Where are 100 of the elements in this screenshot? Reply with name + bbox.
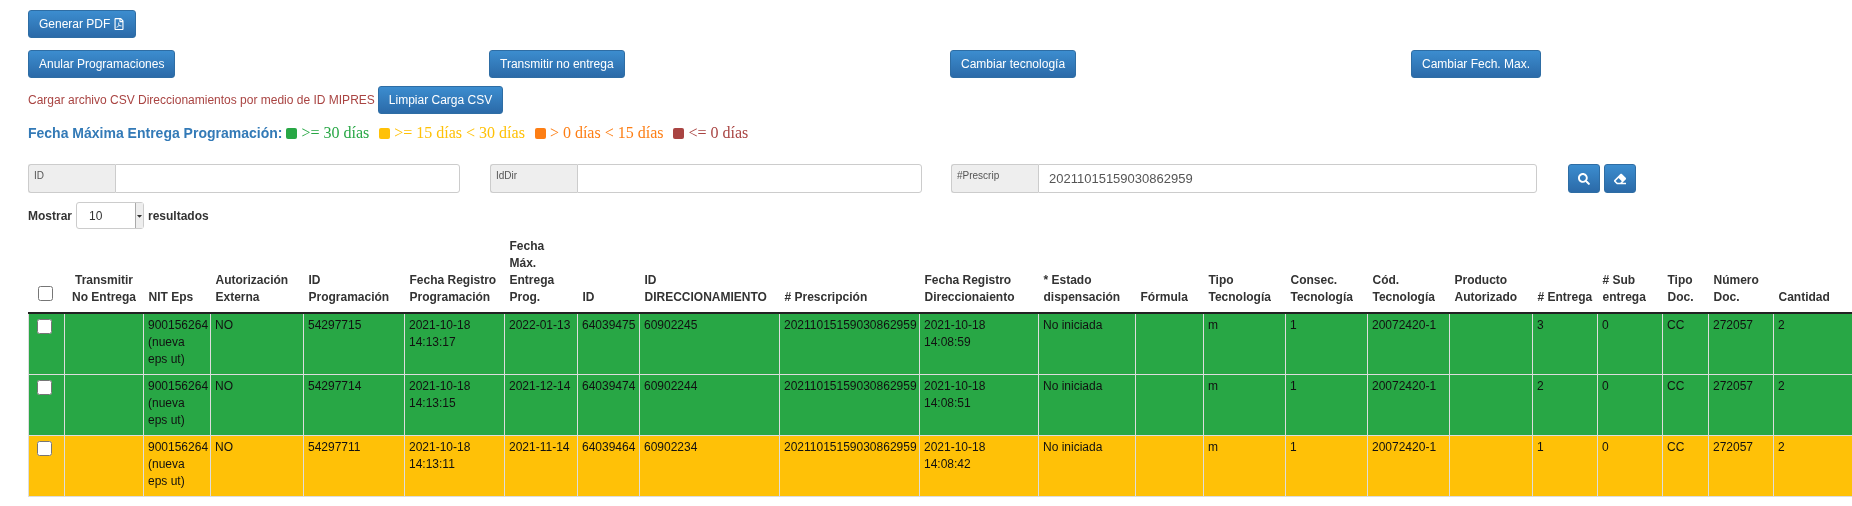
table-cell [1135, 435, 1204, 496]
column-header: Fecha Registro Programación [409, 273, 497, 304]
table-cell: 2 [1532, 374, 1598, 435]
filter-field[interactable]: 20211015159030862959 [1038, 164, 1537, 193]
table-cell: NO [210, 435, 304, 496]
filter-field[interactable] [115, 164, 460, 193]
action-button[interactable]: Anular Programaciones [28, 50, 176, 78]
eraser-icon [1614, 172, 1626, 185]
table-cell: 54297715 [303, 313, 405, 374]
row-checkbox[interactable] [37, 319, 52, 334]
table-cell: 2021-10-18 14:08:51 [919, 374, 1039, 435]
table-cell: 20072420-1 [1367, 313, 1450, 374]
table-cell: 2021-10-18 14:13:15 [404, 374, 505, 435]
action-button[interactable]: Transmitir no entrega [489, 50, 625, 78]
column-header: Fórmula [1140, 290, 1188, 304]
column-header: # Prescripción [784, 290, 868, 304]
table-cell: NO [210, 374, 304, 435]
clear-button[interactable] [1604, 164, 1636, 193]
table-cell: m [1203, 374, 1286, 435]
column-header: # Entrega [1537, 290, 1593, 304]
table-cell: 0 [1597, 374, 1663, 435]
action-button[interactable]: Cambiar tecnología [950, 50, 1077, 78]
table-cell: NO [210, 313, 304, 374]
column-header: ID DIRECCIONAMIENTO [644, 273, 767, 304]
table-cell: 2021-10-18 14:08:59 [919, 313, 1039, 374]
clear-csv-button[interactable]: Limpiar Carga CSV [377, 86, 504, 114]
table-cell: 2021-10-18 14:08:42 [919, 435, 1039, 496]
table-cell: 20072420-1 [1367, 435, 1450, 496]
table-cell: 1 [1532, 435, 1598, 496]
column-header: Tipo Tecnología [1208, 273, 1271, 304]
table-cell: 1 [1285, 374, 1368, 435]
column-header: Transmitir No Entrega [72, 273, 136, 304]
table-cell: 64039464 [577, 435, 640, 496]
column-header: Cantidad [1778, 290, 1830, 304]
table-cell: 2 [1773, 313, 1852, 374]
table-cell: 60902234 [639, 435, 780, 496]
column-header: NIT Eps [148, 290, 194, 304]
column-header: Cód. Tecnología [1372, 273, 1435, 304]
row-checkbox[interactable] [37, 379, 52, 395]
table-cell: 2 [1773, 374, 1852, 435]
column-header: ID Programación [308, 273, 390, 304]
legend-label: <= 0 días [688, 124, 749, 142]
row-checkbox[interactable] [37, 440, 52, 456]
table-cell: 1 [1285, 313, 1368, 374]
table-cell: 272057 [1708, 435, 1774, 496]
table-cell: 20211015159030862959 [779, 435, 920, 496]
search-button[interactable] [1568, 164, 1600, 193]
filter-field[interactable] [577, 164, 922, 193]
table-cell: 54297714 [303, 374, 405, 435]
table-cell: 900156264 (nueva eps ut) [143, 313, 211, 374]
select-all-checkbox[interactable] [37, 286, 53, 301]
column-header: Fecha Registro Direccionaiento [924, 273, 1015, 304]
table-cell: m [1203, 313, 1286, 374]
column-header: Consec. Tecnología [1290, 273, 1353, 304]
filter-label: IdDir [490, 164, 577, 193]
table-cell: 0 [1597, 435, 1663, 496]
table-cell: CC [1662, 374, 1709, 435]
action-button[interactable]: Cambiar Fech. Max. [1411, 50, 1542, 78]
table-cell: 272057 [1708, 313, 1774, 374]
table-cell: 20211015159030862959 [779, 313, 920, 374]
table-cell: 1 [1285, 435, 1368, 496]
column-header: Fecha Máx. Entrega Prog. [509, 239, 555, 304]
table-cell: No iniciada [1038, 313, 1136, 374]
table-cell: 2021-11-14 [504, 435, 578, 496]
search-icon [1578, 172, 1590, 185]
table-cell: No iniciada [1038, 374, 1136, 435]
column-header: Producto Autorizado [1454, 273, 1518, 304]
csv-upload-label: Cargar archivo CSV Direccionamientos por medio de ID MIPRES [28, 93, 375, 107]
table-cell: 0 [1597, 313, 1663, 374]
table-cell: 20072420-1 [1367, 374, 1450, 435]
column-header: Autorización Externa [215, 273, 289, 304]
column-header: # Sub entrega [1602, 273, 1646, 304]
legend-label: >= 15 días < 30 días [394, 124, 525, 142]
table-cell [1135, 313, 1204, 374]
table-cell: 60902244 [639, 374, 780, 435]
table-cell: 64039475 [577, 313, 640, 374]
legend-label: > 0 días < 15 días [549, 124, 664, 142]
filter-label: #Prescrip [951, 164, 1038, 193]
generate-pdf-button[interactable]: Generar PDF [28, 10, 137, 38]
column-header: ID [582, 290, 595, 304]
column-header: * Estado dispensación [1043, 273, 1121, 304]
table-cell: CC [1662, 435, 1709, 496]
table-cell: m [1203, 435, 1286, 496]
table-cell: 20211015159030862959 [779, 374, 920, 435]
pdf-file-icon [113, 18, 126, 30]
table-cell: 60902245 [639, 313, 780, 374]
legend-label: >= 30 días [301, 124, 370, 142]
filter-label: ID [28, 164, 115, 193]
column-header: Número Doc. [1713, 273, 1759, 304]
page-size-select[interactable]: 10 [76, 202, 144, 229]
table-cell [1135, 374, 1204, 435]
column-header: Tipo Doc. [1667, 273, 1694, 304]
table-cell: 272057 [1708, 374, 1774, 435]
legend-title: Fecha Máxima Entrega Programación: [28, 125, 283, 141]
table-cell: 2021-10-18 14:13:11 [404, 435, 505, 496]
table-cell: 54297711 [303, 435, 405, 496]
show-label: Mostrar [28, 208, 72, 223]
table-cell: 3 [1532, 313, 1598, 374]
table-cell: 64039474 [577, 374, 640, 435]
table-cell: 2021-12-14 [504, 374, 578, 435]
